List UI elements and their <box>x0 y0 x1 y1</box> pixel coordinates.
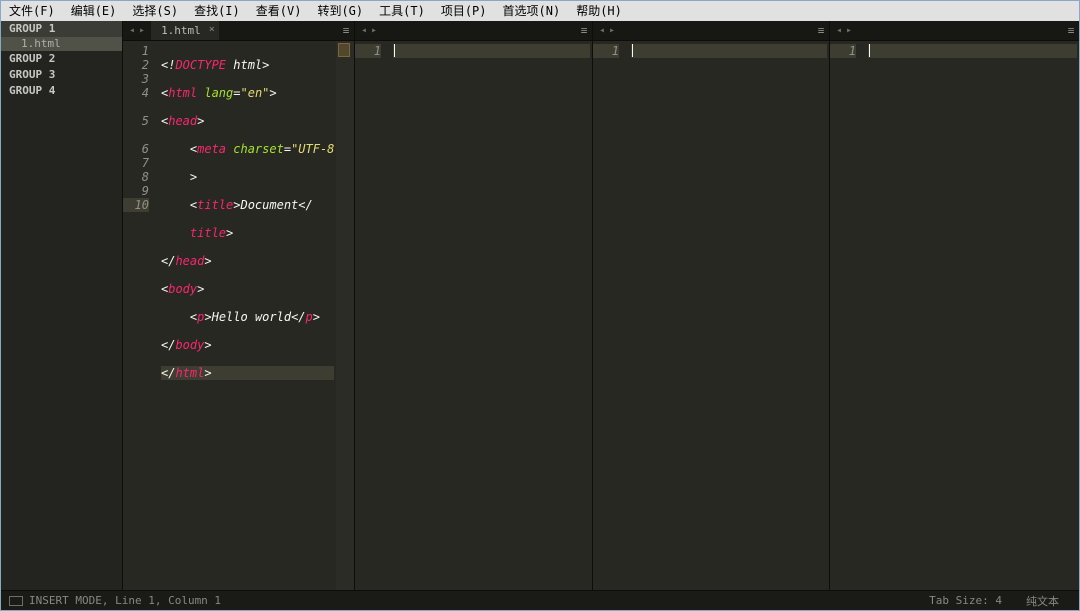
tab-bar: ◂ ▸ ≡ <box>593 21 829 41</box>
code-area[interactable]: <!DOCTYPE html> <html lang="en"> <head> … <box>157 41 336 590</box>
code-area[interactable] <box>627 41 829 590</box>
line-number-gutter: 1 <box>830 41 864 590</box>
menu-find[interactable]: 查找(I) <box>186 1 248 21</box>
tab-bar: ◂ ▸ ≡ <box>355 21 592 41</box>
tab-nav-prev-icon[interactable]: ◂ <box>361 25 367 36</box>
code-area[interactable] <box>389 41 592 590</box>
sidebar-file[interactable]: 1.html <box>1 37 122 51</box>
sidebar-group-4[interactable]: GROUP 4 <box>1 83 122 99</box>
status-bar: INSERT MODE, Line 1, Column 1 Tab Size: … <box>1 590 1079 610</box>
code-area[interactable] <box>864 41 1079 590</box>
minimap[interactable] <box>336 41 354 590</box>
sidebar-group-2[interactable]: GROUP 2 <box>1 51 122 67</box>
tab-nav-arrows: ◂ ▸ <box>593 21 621 40</box>
menu-prefs[interactable]: 首选项(N) <box>495 1 569 21</box>
menu-bar: 文件(F) 编辑(E) 选择(S) 查找(I) 查看(V) 转到(G) 工具(T… <box>1 1 1079 21</box>
tab-nav-arrows: ◂ ▸ <box>355 21 383 40</box>
menu-select[interactable]: 选择(S) <box>124 1 186 21</box>
line-number-gutter: 1 2 3 4 5 6 7 8 9 10 <box>123 41 157 590</box>
tab-menu-icon[interactable]: ≡ <box>338 21 354 40</box>
code-editor[interactable]: 1 2 3 4 5 6 7 8 9 10 <!DOCTYPE html> <ht… <box>123 41 354 590</box>
tab-menu-icon[interactable]: ≡ <box>576 21 592 40</box>
editor-panes: ◂ ▸ 1.html × ≡ 1 2 3 4 <box>123 21 1079 590</box>
editor-pane-1: ◂ ▸ 1.html × ≡ 1 2 3 4 <box>123 21 355 590</box>
tab-nav-next-icon[interactable]: ▸ <box>139 25 145 36</box>
editor-pane-2: ◂ ▸ ≡ 1 <box>355 21 593 590</box>
status-mode: INSERT MODE, Line 1, Column 1 <box>29 594 221 607</box>
menu-help[interactable]: 帮助(H) <box>568 1 630 21</box>
status-syntax[interactable]: 纯文本 <box>1014 593 1071 609</box>
editor-pane-4: ◂ ▸ ≡ 1 <box>830 21 1079 590</box>
tab-bar: ◂ ▸ 1.html × ≡ <box>123 21 354 41</box>
tab-nav-prev-icon[interactable]: ◂ <box>129 25 135 36</box>
tab-nav-next-icon[interactable]: ▸ <box>846 25 852 36</box>
tab-menu-icon[interactable]: ≡ <box>813 21 829 40</box>
code-editor[interactable]: 1 <box>830 41 1079 590</box>
status-panel-icon[interactable] <box>9 596 23 606</box>
tab-nav-arrows: ◂ ▸ <box>123 21 151 40</box>
sidebar-group-1[interactable]: GROUP 1 <box>1 21 122 37</box>
menu-edit[interactable]: 编辑(E) <box>63 1 125 21</box>
line-number-gutter: 1 <box>593 41 627 590</box>
code-editor[interactable]: 1 <box>593 41 829 590</box>
minimap-viewport[interactable] <box>338 43 350 57</box>
app-window: 文件(F) 编辑(E) 选择(S) 查找(I) 查看(V) 转到(G) 工具(T… <box>0 0 1080 611</box>
menu-file[interactable]: 文件(F) <box>1 1 63 21</box>
tab-nav-prev-icon[interactable]: ◂ <box>599 25 605 36</box>
tab-close-icon[interactable]: × <box>209 24 215 35</box>
tab-nav-prev-icon[interactable]: ◂ <box>836 25 842 36</box>
menu-tools[interactable]: 工具(T) <box>371 1 433 21</box>
tab-nav-next-icon[interactable]: ▸ <box>609 25 615 36</box>
menu-view[interactable]: 查看(V) <box>248 1 310 21</box>
tab-label: 1.html <box>161 24 201 37</box>
tab-nav-next-icon[interactable]: ▸ <box>371 25 377 36</box>
line-number-gutter: 1 <box>355 41 389 590</box>
tab-1html[interactable]: 1.html × <box>151 21 219 40</box>
menu-project[interactable]: 项目(P) <box>433 1 495 21</box>
sidebar: GROUP 1 1.html GROUP 2 GROUP 3 GROUP 4 <box>1 21 123 590</box>
tab-menu-icon[interactable]: ≡ <box>1063 21 1079 40</box>
editor-pane-3: ◂ ▸ ≡ 1 <box>593 21 830 590</box>
sidebar-group-3[interactable]: GROUP 3 <box>1 67 122 83</box>
status-tab-size[interactable]: Tab Size: 4 <box>917 594 1014 607</box>
tab-nav-arrows: ◂ ▸ <box>830 21 858 40</box>
code-editor[interactable]: 1 <box>355 41 592 590</box>
tab-bar: ◂ ▸ ≡ <box>830 21 1079 41</box>
menu-goto[interactable]: 转到(G) <box>309 1 371 21</box>
